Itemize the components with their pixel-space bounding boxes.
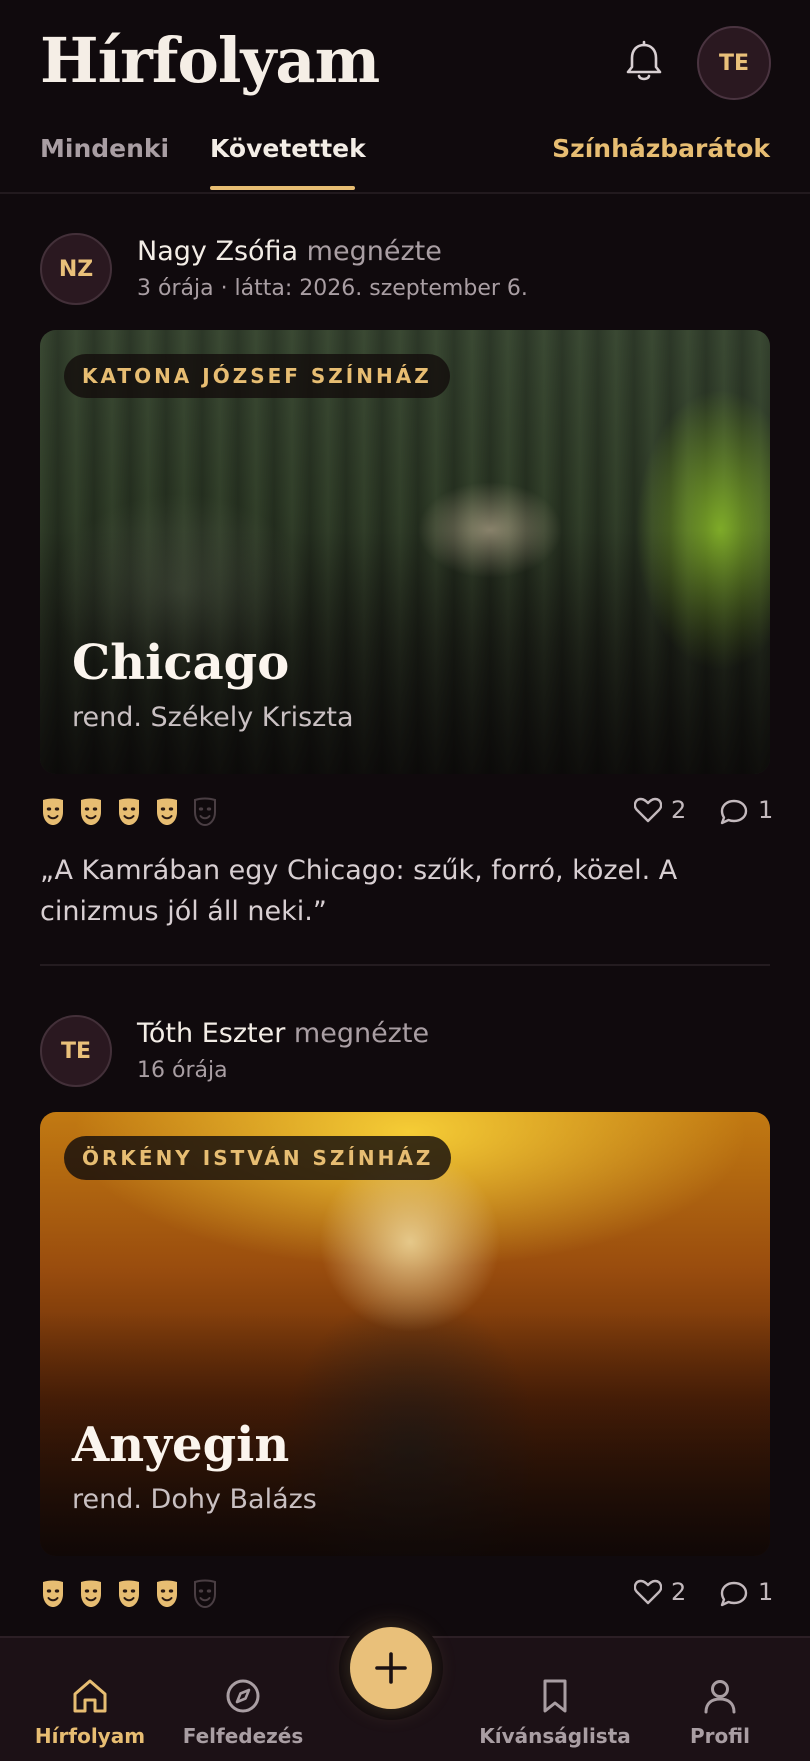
compass-icon bbox=[226, 1679, 260, 1713]
post-author-avatar[interactable]: NZ bbox=[40, 233, 112, 305]
mask-filled-icon bbox=[157, 1580, 177, 1607]
plus-icon bbox=[375, 1652, 407, 1684]
bell-icon[interactable] bbox=[624, 40, 664, 84]
post-header: Nagy Zsófia megnézte bbox=[137, 236, 442, 267]
tab-everyone[interactable]: Mindenki bbox=[40, 134, 169, 163]
post-action: megnézte bbox=[293, 1018, 430, 1049]
post-author-avatar[interactable]: TE bbox=[40, 1015, 112, 1087]
play-director: rend. Dohy Balázs bbox=[72, 1484, 317, 1515]
post-author-name[interactable]: Tóth Eszter bbox=[137, 1018, 285, 1049]
mask-filled-icon bbox=[43, 798, 63, 825]
comment-count: 1 bbox=[758, 1578, 774, 1606]
user-avatar-initials: TE bbox=[718, 50, 750, 76]
mask-filled-icon bbox=[81, 1580, 101, 1607]
play-card[interactable]: KATONA JÓZSEF SZÍNHÁZ Chicago rend. Szék… bbox=[40, 330, 770, 774]
nav-item-wishlist[interactable]: Kívánságlista bbox=[479, 1638, 631, 1761]
mask-filled-icon bbox=[157, 798, 177, 825]
nav-label: Felfedezés bbox=[182, 1724, 304, 1748]
nav-item-profile[interactable]: Profil bbox=[680, 1638, 760, 1761]
like-count: 2 bbox=[671, 796, 687, 824]
home-icon bbox=[73, 1679, 107, 1713]
mask-empty-icon bbox=[194, 797, 216, 827]
review-quote: „A Kamrában egy Chicago: szűk, forró, kö… bbox=[40, 855, 678, 927]
comment-count: 1 bbox=[758, 796, 774, 824]
venue-badge: KATONA JÓZSEF SZÍNHÁZ bbox=[64, 354, 450, 398]
post-header: Tóth Eszter megnézte bbox=[137, 1018, 429, 1049]
heart-icon[interactable] bbox=[634, 1579, 662, 1605]
post-author-initials: NZ bbox=[58, 256, 94, 282]
mask-filled-icon bbox=[43, 1580, 63, 1607]
app-header: Hírfolyam TE Mindenki Követettek Színház… bbox=[0, 0, 810, 195]
mask-filled-icon bbox=[119, 798, 139, 825]
mask-filled-icon bbox=[119, 1580, 139, 1607]
comment-icon[interactable] bbox=[720, 1581, 748, 1607]
page-title: Hírfolyam bbox=[40, 24, 380, 97]
heart-icon[interactable] bbox=[634, 797, 662, 823]
feed-tabs: Mindenki Követettek Színházbarátok bbox=[0, 130, 810, 192]
add-button[interactable] bbox=[350, 1627, 432, 1709]
comment-icon[interactable] bbox=[720, 799, 748, 825]
like-count: 2 bbox=[671, 1578, 687, 1606]
post-meta: 16 órája bbox=[137, 1058, 228, 1083]
post-author-name[interactable]: Nagy Zsófia bbox=[137, 236, 298, 267]
post-action: megnézte bbox=[306, 236, 442, 267]
tab-theatre-friends[interactable]: Színházbarátok bbox=[552, 134, 770, 163]
header-divider bbox=[0, 192, 810, 194]
play-director: rend. Székely Kriszta bbox=[72, 702, 354, 733]
mask-filled-icon bbox=[81, 798, 101, 825]
post-meta: 3 órája · látta: 2026. szeptember 6. bbox=[137, 276, 528, 301]
bookmark-icon bbox=[543, 1679, 567, 1713]
tab-followed[interactable]: Követettek bbox=[210, 134, 366, 163]
nav-item-feed[interactable]: Hírfolyam bbox=[34, 1638, 146, 1761]
post-author-initials: TE bbox=[60, 1038, 92, 1064]
play-title: Chicago bbox=[72, 635, 290, 691]
nav-label: Hírfolyam bbox=[34, 1724, 146, 1748]
nav-label: Kívánságlista bbox=[479, 1724, 631, 1748]
play-title: Anyegin bbox=[72, 1417, 290, 1473]
venue-badge: ÖRKÉNY ISTVÁN SZÍNHÁZ bbox=[64, 1136, 452, 1180]
user-avatar[interactable]: TE bbox=[697, 26, 771, 100]
nav-label: Profil bbox=[690, 1724, 750, 1748]
post-divider bbox=[40, 964, 770, 966]
play-card[interactable]: ÖRKÉNY ISTVÁN SZÍNHÁZ Anyegin rend. Dohy… bbox=[40, 1112, 770, 1556]
mask-empty-icon bbox=[194, 1579, 216, 1609]
nav-item-explore[interactable]: Felfedezés bbox=[178, 1638, 308, 1761]
person-icon bbox=[704, 1680, 736, 1714]
active-tab-indicator bbox=[210, 186, 355, 190]
